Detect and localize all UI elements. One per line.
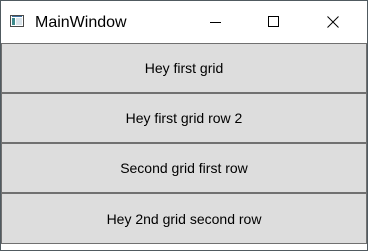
maximize-button[interactable] (247, 1, 301, 43)
hey-first-grid-button[interactable]: Hey first grid (1, 43, 367, 93)
hey-2nd-grid-second-row-button[interactable]: Hey 2nd grid second row (1, 193, 367, 244)
grid-content: Hey first grid Hey first grid row 2 Seco… (1, 43, 367, 250)
close-icon (327, 16, 339, 28)
close-button[interactable] (306, 1, 360, 43)
maximize-icon (268, 16, 279, 27)
main-window: MainWindow Hey first grid Hey first grid… (0, 0, 368, 251)
app-window-icon (10, 15, 24, 27)
second-grid-first-row-button[interactable]: Second grid first row (1, 143, 367, 193)
window-title: MainWindow (35, 14, 127, 31)
hey-first-grid-row-2-button[interactable]: Hey first grid row 2 (1, 93, 367, 143)
minimize-button[interactable] (189, 1, 243, 43)
minimize-icon (210, 22, 221, 23)
title-bar[interactable]: MainWindow (1, 1, 367, 43)
